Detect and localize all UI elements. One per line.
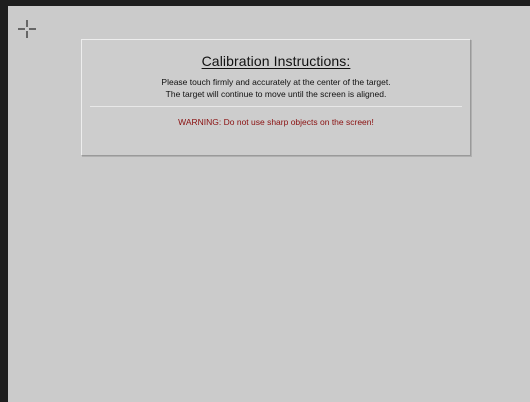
- warning-text: WARNING: Do not use sharp objects on the…: [178, 117, 374, 127]
- instruction-line-1: Please touch firmly and accurately at th…: [161, 77, 391, 87]
- instructions-text: Please touch firmly and accurately at th…: [82, 76, 470, 100]
- calibration-screen: Calibration Instructions: Please touch f…: [0, 0, 530, 402]
- instructions-title: Calibration Instructions:: [201, 53, 351, 69]
- crosshair-target-icon[interactable]: [18, 20, 36, 38]
- crosshair-target-graphic: [18, 20, 36, 38]
- divider: [90, 106, 462, 107]
- instruction-line-2: The target will continue to move until t…: [165, 89, 387, 99]
- instructions-panel: Calibration Instructions: Please touch f…: [81, 39, 471, 156]
- calibration-canvas[interactable]: Calibration Instructions: Please touch f…: [8, 6, 530, 402]
